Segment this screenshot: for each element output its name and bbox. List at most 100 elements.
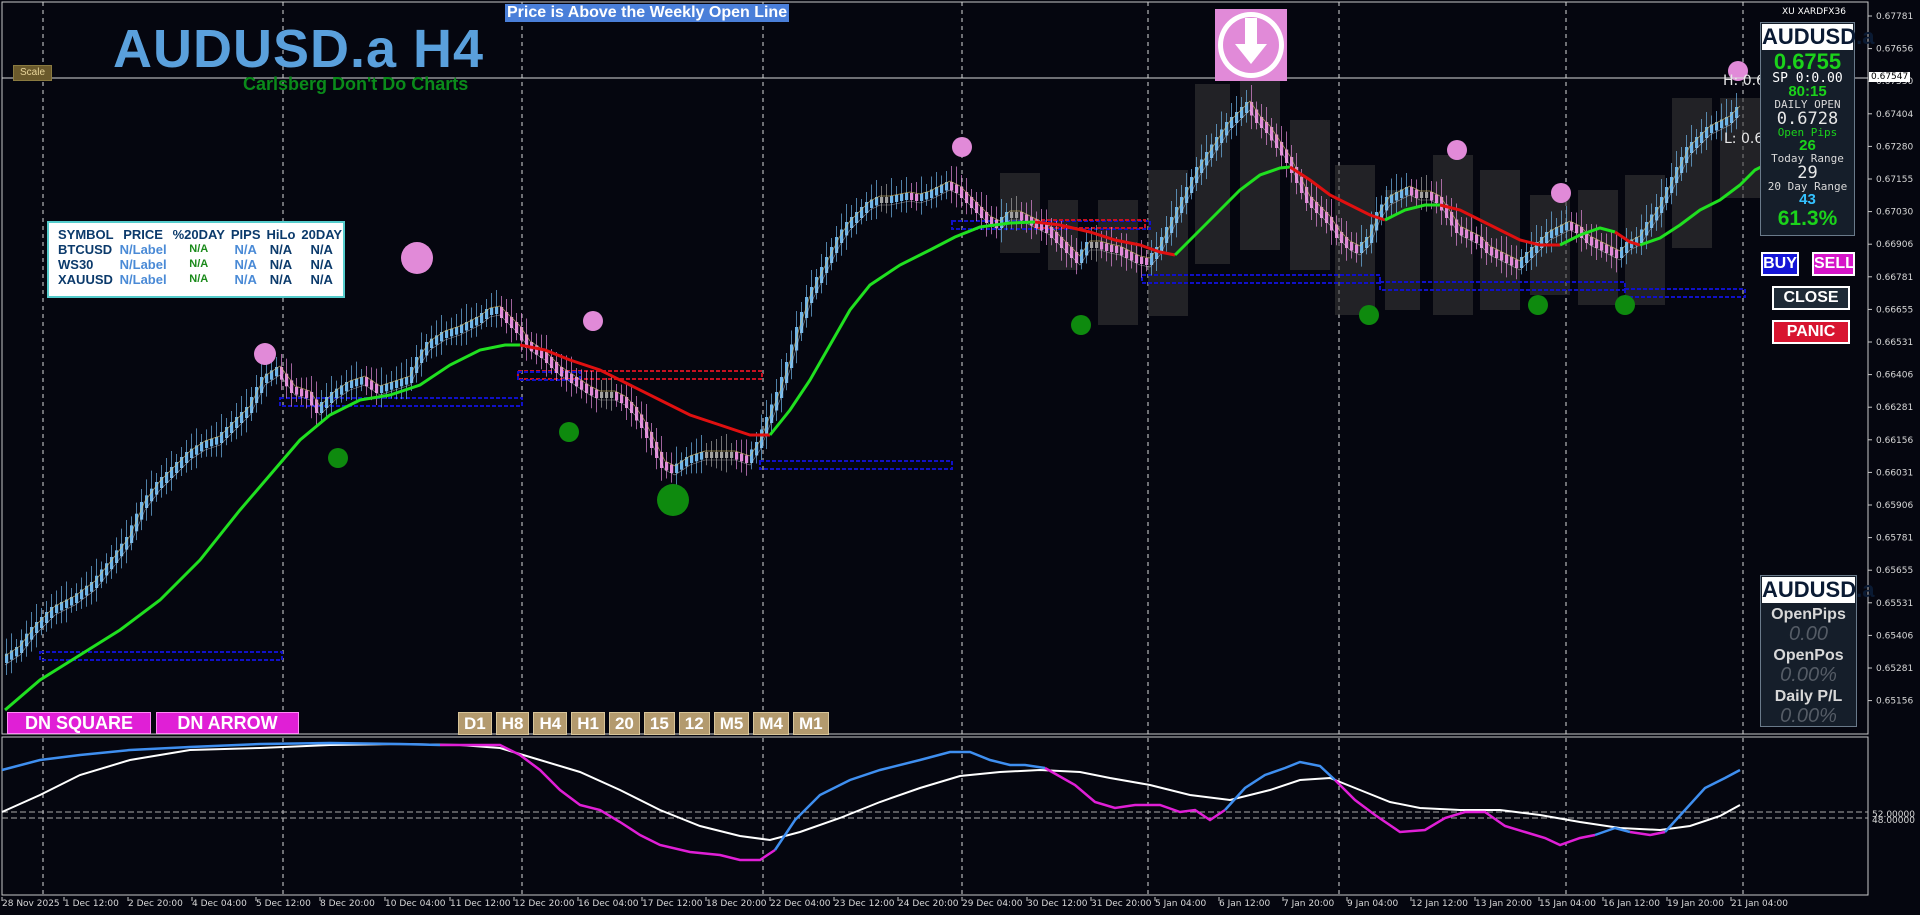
date-tick-label: 15 Jan 04:00: [1539, 899, 1596, 909]
table-cell: N/A: [269, 242, 293, 257]
candle-body: [1125, 249, 1129, 258]
date-tick-label: 22 Dec 04:00: [770, 899, 831, 909]
timeframe-button-h4[interactable]: H4: [533, 712, 568, 735]
candle-body: [365, 377, 369, 387]
candle-body: [1515, 259, 1519, 268]
table-cell: N/A: [189, 243, 209, 255]
timeframe-button-d1[interactable]: D1: [458, 712, 492, 735]
date-tick-label: 6 Jan 12:00: [1219, 899, 1271, 909]
info-panel: AUDUSD.a 0.6755 SP 0:0.00 80:15 DAILY OP…: [1760, 22, 1874, 236]
oscillator-lines: [1, 741, 1741, 862]
candle-body: [735, 452, 739, 460]
candle-body: [385, 383, 389, 392]
candle-body: [390, 382, 394, 390]
candle-body: [670, 464, 674, 473]
candle-body: [1110, 245, 1114, 252]
table-row[interactable]: BTCUSD N/Label N/A N/A N/A N/A: [55, 242, 345, 257]
table-row[interactable]: XAUUSD N/Label N/A N/A N/A N/A: [55, 272, 345, 287]
candle-body: [305, 390, 309, 398]
current-price-tag: 0.67547: [1869, 72, 1911, 82]
price-tick-label: 0.65406: [1876, 631, 1913, 641]
timeframe-button-h1[interactable]: H1: [571, 712, 605, 735]
date-tick-label: 5 Jan 04:00: [1155, 899, 1207, 909]
price-tick-label: 0.66156: [1876, 436, 1913, 446]
candle-body: [665, 462, 669, 471]
candle-body: [215, 437, 219, 445]
date-tick-label: 4 Dec 04:00: [192, 899, 247, 909]
date-tick-label: 29 Dec 04:00: [962, 899, 1023, 909]
candle-body: [720, 452, 724, 458]
table-row[interactable]: WS30 N/Label N/A N/A N/A N/A: [55, 257, 345, 272]
candle-body: [575, 377, 579, 387]
candles: [4, 85, 1741, 675]
candle-body: [605, 392, 609, 398]
osc-tick-label: 48.00000: [1872, 816, 1915, 826]
candle-body: [350, 380, 354, 388]
scale-button[interactable]: Scale: [13, 65, 52, 81]
sell-signal-dot: [952, 137, 972, 157]
date-tick-label: 7 Jan 20:00: [1283, 899, 1335, 909]
price-tick-label: 0.65531: [1876, 599, 1913, 609]
table-cell-symbol: XAUUSD: [58, 272, 113, 287]
candle-body: [380, 385, 384, 393]
candle-body: [690, 455, 694, 463]
table-cell: N/Label: [119, 272, 167, 287]
oscillator-down-segment: [1629, 830, 1666, 837]
timeframe-button-m1[interactable]: M1: [792, 712, 829, 735]
panic-button[interactable]: PANIC: [1772, 320, 1850, 344]
candle-body: [745, 455, 749, 463]
candle-body: [885, 197, 889, 203]
price-tick-label: 0.66906: [1876, 240, 1913, 250]
dn-square-button[interactable]: DN SQUARE: [7, 712, 151, 734]
date-tick-label: 21 Jan 04:00: [1731, 899, 1788, 909]
buy-button[interactable]: BUY: [1761, 252, 1799, 276]
candle-body: [595, 389, 599, 398]
table-cell: N/A: [310, 257, 333, 272]
info-timer: 80:15: [1788, 83, 1827, 100]
table-cell-symbol: WS30: [58, 257, 94, 272]
price-axis: 0.677810.676560.675300.674040.672800.671…: [1868, 12, 1915, 826]
candle-body: [590, 387, 594, 396]
candle-body: [1105, 243, 1109, 251]
timeframe-button-15[interactable]: 15: [643, 712, 675, 735]
sell-button[interactable]: SELL: [1812, 252, 1855, 276]
candle-body: [910, 193, 914, 200]
close-button[interactable]: CLOSE: [1772, 286, 1850, 310]
candle-body: [1045, 224, 1049, 233]
candle-body: [1590, 237, 1594, 246]
date-axis: 28 Nov 2025 1 Dec 12:00 2 Dec 20:00 4 Dec 0…: [1, 897, 1788, 909]
table-cell: N/A: [234, 272, 257, 287]
open-pips-label: OpenPips: [1771, 606, 1846, 623]
candle-body: [290, 380, 294, 393]
price-tick-label: 0.65156: [1876, 697, 1913, 707]
candle-body: [1415, 189, 1419, 198]
candle-body: [1115, 246, 1119, 253]
candle-body: [1090, 242, 1094, 248]
table-header: 20DAY: [301, 227, 343, 242]
date-tick-label: 2 Dec 20:00: [128, 899, 183, 909]
position-panel: AUDUSD.a OpenPips 0.00 OpenPos 0.00% Dai…: [1760, 575, 1874, 727]
info-percent: 61.3%: [1777, 207, 1838, 230]
timeframe-button-m4[interactable]: M4: [753, 712, 789, 735]
table-cell: N/A: [189, 258, 209, 270]
table-cell: N/Label: [119, 242, 167, 257]
buy-signal-dot: [1528, 295, 1548, 315]
date-tick-label: 17 Dec 12:00: [642, 899, 703, 909]
timeframe-button-12[interactable]: 12: [678, 712, 710, 735]
buy-signal-dot: [559, 422, 579, 442]
candle-body: [280, 367, 284, 380]
candle-body: [285, 373, 289, 387]
timeframe-button-m5[interactable]: M5: [713, 712, 750, 735]
candle-body: [565, 370, 569, 380]
timeframe-button-20[interactable]: 20: [608, 712, 640, 735]
table-header: SYMBOL: [58, 227, 114, 242]
info-today-range: 29: [1797, 163, 1818, 183]
date-tick-label: 9 Jan 04:00: [1347, 899, 1399, 909]
dn-arrow-button[interactable]: DN ARROW: [156, 712, 299, 734]
chart-canvas[interactable]: 0.677810.676560.675300.674040.672800.671…: [0, 0, 1920, 915]
candle-body: [710, 452, 714, 458]
candle-body: [570, 373, 574, 383]
candle-body: [1600, 242, 1604, 251]
timeframe-button-h8[interactable]: H8: [495, 712, 530, 735]
candle-body: [1575, 224, 1579, 233]
